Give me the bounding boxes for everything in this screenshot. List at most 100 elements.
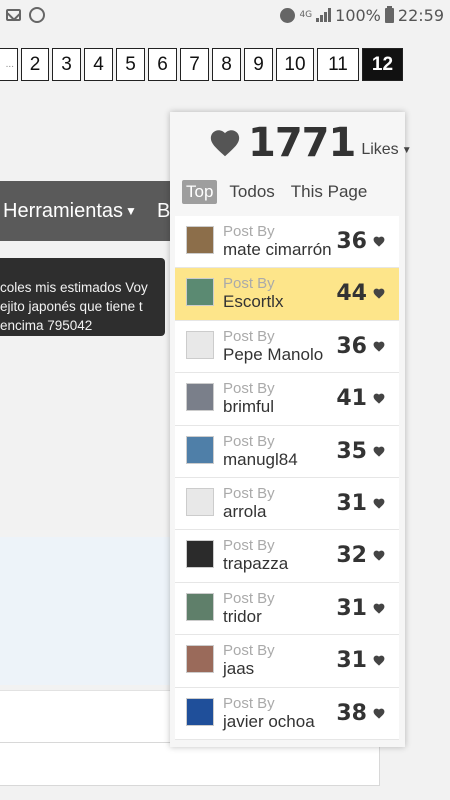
- likes-popup: 1771 Likes ▼ Top Todos This Page Post By…: [170, 112, 412, 747]
- post-by-label: Post By: [223, 694, 275, 712]
- list-item[interactable]: Post By javier ochoa 38: [175, 687, 399, 740]
- username-link[interactable]: tridor: [223, 607, 262, 627]
- username-link[interactable]: Pepe Manolo: [223, 345, 323, 365]
- likes-label[interactable]: Likes: [361, 141, 398, 159]
- likes-header[interactable]: 1771 Likes ▼: [208, 120, 412, 166]
- heart-icon: [373, 393, 385, 404]
- like-count: 35: [336, 438, 367, 464]
- avatar[interactable]: [186, 226, 214, 254]
- page-link-4[interactable]: 4: [84, 48, 113, 81]
- battery-percent: 100%: [335, 5, 381, 25]
- tab-top[interactable]: Top: [182, 180, 218, 204]
- heart-icon: [373, 603, 385, 614]
- page-link-10[interactable]: 10: [276, 48, 314, 81]
- signal-icon: [316, 8, 332, 22]
- like-count: 31: [336, 648, 367, 674]
- status-bar: 4G 100% 22:59: [0, 0, 450, 30]
- avatar[interactable]: [186, 383, 214, 412]
- list-item[interactable]: Post By manugl84 35: [175, 425, 399, 478]
- avatar[interactable]: [186, 697, 214, 726]
- caret-down-icon: ▼: [125, 204, 137, 218]
- heart-icon: [373, 655, 385, 666]
- username-link[interactable]: manugl84: [223, 450, 298, 470]
- avatar[interactable]: [186, 330, 214, 359]
- like-count: 31: [336, 490, 367, 516]
- username-link[interactable]: arrola: [223, 502, 266, 522]
- list-item[interactable]: Post By mate cimarrón 36: [175, 216, 399, 269]
- content-panel: [0, 690, 175, 742]
- list-item[interactable]: Post By trapazza 32: [175, 530, 399, 583]
- list-item[interactable]: Post By Pepe Manolo 36: [175, 320, 399, 374]
- like-count: 31: [336, 595, 367, 621]
- list-item[interactable]: Post By tridor 31: [175, 582, 399, 636]
- page-link-6[interactable]: 6: [148, 48, 177, 81]
- whatsapp-icon: [29, 7, 45, 23]
- like-count: 44: [336, 281, 367, 307]
- list-item[interactable]: Post By Escortlx 44: [175, 268, 399, 321]
- post-tooltip: coles mis estimados Voy ejito japonés qu…: [0, 258, 165, 336]
- tab-todos[interactable]: Todos: [225, 180, 278, 204]
- network-label: 4G: [299, 9, 313, 20]
- username-link[interactable]: brimful: [223, 397, 274, 417]
- tooltip-line: ejito japonés que tiene t: [0, 299, 143, 314]
- page-link-12[interactable]: 12: [362, 48, 403, 81]
- next-menu-label[interactable]: B: [157, 200, 170, 223]
- avatar[interactable]: [186, 645, 214, 674]
- post-by-label: Post By: [223, 275, 275, 293]
- post-by-label: Post By: [223, 327, 275, 345]
- like-count: 38: [336, 700, 367, 726]
- like-count: 41: [336, 386, 367, 412]
- tools-menu-label[interactable]: Herramientas: [3, 200, 123, 223]
- pagination: ... 2 3 4 5 6 7 8 9 10 11 12: [0, 48, 403, 81]
- list-item[interactable]: Post By jaas 31: [175, 635, 399, 688]
- username-link[interactable]: jaas: [223, 659, 254, 679]
- post-by-label: Post By: [223, 484, 275, 502]
- like-count: 36: [336, 333, 367, 359]
- heart-icon: [373, 446, 385, 457]
- page-link-3[interactable]: 3: [52, 48, 81, 81]
- like-count: 32: [336, 543, 367, 569]
- post-by-label: Post By: [223, 589, 275, 607]
- tooltip-line: encima 795042: [0, 318, 93, 333]
- heart-icon: [373, 341, 385, 352]
- heart-icon: [373, 498, 385, 509]
- avatar[interactable]: [186, 278, 214, 307]
- avatar[interactable]: [186, 435, 214, 464]
- avatar[interactable]: [186, 540, 214, 569]
- page-link-7[interactable]: 7: [180, 48, 209, 81]
- username-link[interactable]: Escortlx: [223, 292, 283, 312]
- likes-list: Post By mate cimarrón 36 Post By Escortlx 44 P…: [175, 216, 399, 740]
- footer-panel: [0, 742, 380, 786]
- caret-down-icon[interactable]: ▼: [402, 145, 412, 156]
- page-link-8[interactable]: 8: [212, 48, 241, 81]
- avatar[interactable]: [186, 487, 214, 516]
- heart-icon: [373, 289, 385, 299]
- page-link-11[interactable]: 11: [317, 48, 359, 81]
- clock: 22:59: [397, 5, 444, 25]
- heart-icon: [373, 236, 385, 247]
- username-link[interactable]: trapazza: [223, 554, 288, 574]
- post-by-label: Post By: [223, 537, 275, 555]
- content-panel: [0, 537, 175, 685]
- username-link[interactable]: javier ochoa: [223, 712, 315, 732]
- post-by-label: Post By: [223, 380, 275, 398]
- page-link-5[interactable]: 5: [116, 48, 145, 81]
- avatar[interactable]: [186, 592, 214, 621]
- tooltip-line: coles mis estimados Voy: [0, 280, 148, 295]
- likes-tabs: Top Todos This Page: [182, 180, 371, 204]
- list-item[interactable]: Post By arrola 31: [175, 477, 399, 531]
- toolbar-menu[interactable]: Herramientas ▼: [0, 181, 170, 241]
- post-by-label: Post By: [223, 642, 275, 660]
- list-item[interactable]: Post By brimful 41: [175, 373, 399, 426]
- heart-icon: [373, 708, 385, 719]
- page-link-9[interactable]: 9: [244, 48, 273, 81]
- battery-icon: [384, 5, 394, 23]
- page-link-2[interactable]: 2: [21, 48, 49, 81]
- likes-total: 1771: [248, 120, 356, 166]
- page-ellipsis[interactable]: ...: [0, 48, 18, 81]
- post-by-label: Post By: [223, 223, 275, 240]
- heart-icon: [373, 550, 385, 561]
- username-link[interactable]: mate cimarrón: [223, 240, 332, 260]
- heart-icon: [210, 130, 240, 157]
- tab-this-page[interactable]: This Page: [287, 180, 372, 204]
